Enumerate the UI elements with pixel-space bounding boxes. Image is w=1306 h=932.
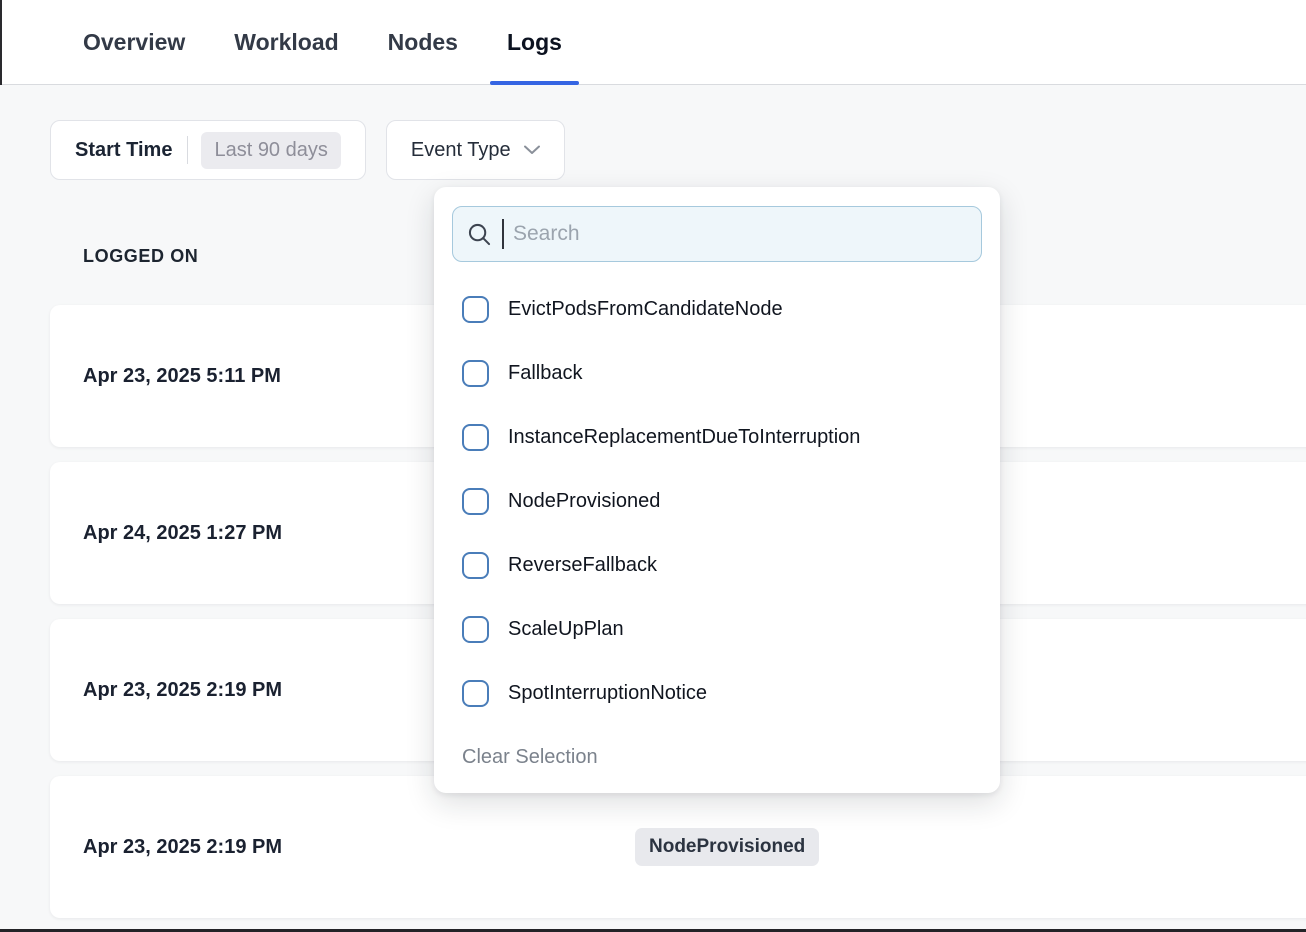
filter-bar: Start Time Last 90 days Event Type: [50, 120, 565, 180]
search-icon: [466, 221, 493, 248]
start-time-value: Last 90 days: [201, 132, 340, 169]
search-input[interactable]: [513, 222, 968, 246]
chevron-down-icon: [524, 145, 540, 155]
option-evictpodsfromcandidatenode[interactable]: EvictPodsFromCandidateNode: [452, 277, 982, 341]
filter-divider: [187, 136, 188, 164]
column-header-logged-on: LOGGED ON: [83, 246, 198, 267]
event-type-dropdown: EvictPodsFromCandidateNode Fallback Inst…: [434, 187, 1000, 793]
event-type-options: EvictPodsFromCandidateNode Fallback Inst…: [452, 277, 982, 725]
start-time-filter[interactable]: Start Time Last 90 days: [50, 120, 366, 180]
tab-nodes[interactable]: Nodes: [388, 0, 458, 84]
checkbox[interactable]: [462, 360, 489, 387]
option-label: EvictPodsFromCandidateNode: [508, 298, 783, 321]
option-label: SpotInterruptionNotice: [508, 682, 707, 705]
option-label: ReverseFallback: [508, 554, 657, 577]
option-instancereplacementduetointerruption[interactable]: InstanceReplacementDueToInterruption: [452, 405, 982, 469]
option-label: Fallback: [508, 362, 582, 385]
logged-on-value: Apr 23, 2025 2:19 PM: [83, 679, 282, 702]
tab-overview-label: Overview: [83, 29, 185, 56]
checkbox[interactable]: [462, 616, 489, 643]
option-spotinterruptionnotice[interactable]: SpotInterruptionNotice: [452, 661, 982, 725]
clear-selection-button[interactable]: Clear Selection: [452, 735, 982, 779]
option-label: InstanceReplacementDueToInterruption: [508, 426, 860, 449]
tab-nodes-label: Nodes: [388, 29, 458, 56]
tab-workload-label: Workload: [234, 29, 338, 56]
tab-overview[interactable]: Overview: [83, 0, 185, 84]
option-nodeprovisioned[interactable]: NodeProvisioned: [452, 469, 982, 533]
event-type-filter[interactable]: Event Type: [386, 120, 565, 180]
event-type-badge: NodeProvisioned: [635, 828, 819, 866]
search-box: [452, 206, 982, 262]
checkbox[interactable]: [462, 424, 489, 451]
tab-bar: Overview Workload Nodes Logs: [0, 0, 1306, 85]
checkbox[interactable]: [462, 488, 489, 515]
tab-workload[interactable]: Workload: [234, 0, 338, 84]
option-fallback[interactable]: Fallback: [452, 341, 982, 405]
logged-on-value: Apr 24, 2025 1:27 PM: [83, 522, 282, 545]
logged-on-value: Apr 23, 2025 2:19 PM: [83, 836, 282, 859]
checkbox[interactable]: [462, 296, 489, 323]
option-reversefallback[interactable]: ReverseFallback: [452, 533, 982, 597]
checkbox[interactable]: [462, 680, 489, 707]
table-row[interactable]: Apr 23, 2025 2:19 PM NodeProvisioned: [50, 776, 1306, 918]
checkbox[interactable]: [462, 552, 489, 579]
option-scaleupplan[interactable]: ScaleUpPlan: [452, 597, 982, 661]
text-caret: [502, 219, 504, 249]
option-label: ScaleUpPlan: [508, 618, 624, 641]
option-label: NodeProvisioned: [508, 490, 660, 513]
start-time-label: Start Time: [75, 139, 172, 162]
logged-on-value: Apr 23, 2025 5:11 PM: [83, 365, 281, 388]
tab-logs-label: Logs: [507, 29, 562, 56]
event-type-label: Event Type: [411, 139, 511, 162]
tab-logs[interactable]: Logs: [507, 0, 562, 84]
